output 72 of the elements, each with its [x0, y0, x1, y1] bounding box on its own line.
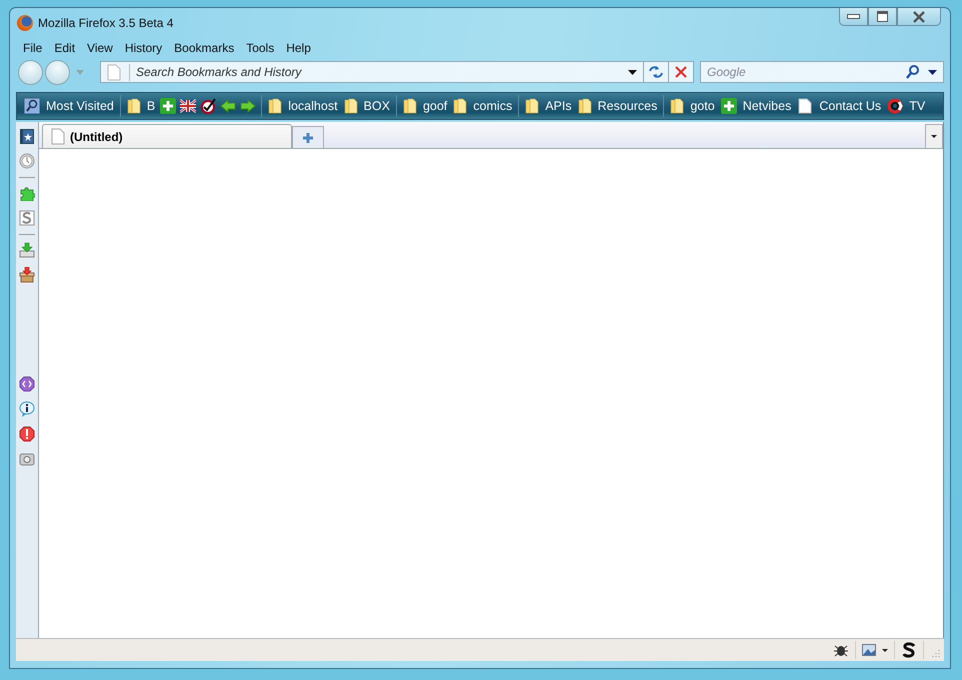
folder-icon [344, 98, 358, 114]
bookmark-folder[interactable]: goto [667, 98, 718, 114]
download-icon[interactable] [19, 242, 35, 258]
folder-icon [525, 98, 540, 114]
maximize-button[interactable] [868, 8, 897, 26]
menu-item[interactable]: Bookmarks [168, 41, 240, 55]
folder-icon [670, 98, 684, 114]
address-bar[interactable]: Search Bookmarks and History [100, 61, 644, 83]
caret-icon [931, 135, 937, 138]
new-tab-button[interactable] [292, 126, 324, 148]
package-icon[interactable] [19, 267, 35, 283]
search-field[interactable]: Google [707, 65, 898, 79]
bookmark-link[interactable]: TV [884, 98, 928, 114]
resize-grip-icon[interactable] [930, 649, 940, 659]
flag-icon[interactable] [180, 98, 196, 114]
folder-icon [268, 98, 282, 114]
menu-item[interactable]: Edit [48, 41, 82, 55]
folder-icon [126, 98, 141, 114]
clock-icon[interactable] [19, 153, 35, 169]
bookmark-link[interactable]: Netvibes [718, 98, 794, 114]
bookmark-folder[interactable]: localhost [265, 98, 341, 114]
tab-list-button[interactable] [925, 124, 943, 148]
close-icon [912, 10, 926, 22]
reload-button[interactable] [644, 61, 669, 83]
minimize-button[interactable] [839, 8, 868, 26]
bookmark-folder[interactable]: Resources [574, 98, 660, 114]
error-icon[interactable] [19, 426, 35, 442]
bookmarks-icon[interactable] [19, 128, 35, 144]
menu-item[interactable]: View [81, 41, 119, 55]
plus-icon [720, 98, 737, 114]
checkmark-icon[interactable] [200, 98, 216, 114]
stop-icon [675, 66, 687, 78]
page-icon [51, 128, 65, 145]
firefox-logo-icon [17, 15, 33, 31]
folder-icon [402, 98, 417, 114]
address-field[interactable]: Search Bookmarks and History [136, 65, 622, 79]
page-icon [107, 64, 121, 80]
dropdown-arrow-icon[interactable] [628, 70, 637, 74]
info-icon[interactable] [19, 401, 35, 417]
plus-icon [302, 132, 314, 144]
menu-item[interactable]: Tools [240, 41, 280, 55]
code-icon[interactable] [19, 376, 35, 392]
bookmark-folder[interactable]: B [124, 98, 158, 114]
bookmark-folder[interactable]: comics [450, 98, 516, 114]
image-icon[interactable] [862, 644, 876, 656]
search-bar[interactable]: Google [700, 61, 944, 83]
stop-button[interactable] [669, 61, 694, 83]
bookmark-folder[interactable]: goof [400, 98, 450, 114]
bookmark-folder[interactable]: BOX [340, 98, 393, 114]
page-icon [797, 98, 814, 114]
folder-icon [578, 98, 592, 114]
squiggle-icon[interactable] [901, 642, 917, 658]
menu-item[interactable]: History [118, 41, 168, 55]
bookmark-link[interactable]: Contact Us [794, 98, 884, 114]
dropdown-arrow-icon[interactable] [928, 70, 937, 74]
plus-icon[interactable] [160, 98, 176, 114]
bookmark-link[interactable]: Most Visited [21, 98, 117, 114]
puzzle-icon[interactable] [19, 185, 35, 201]
tab[interactable]: (Untitled) [42, 124, 292, 148]
search-icon[interactable] [906, 65, 920, 79]
menu-item[interactable]: File [17, 41, 48, 55]
left-arrow-icon[interactable] [220, 98, 236, 114]
window-title: Mozilla Firefox 3.5 Beta 4 [38, 16, 174, 30]
dropdown-arrow-icon[interactable] [882, 648, 888, 652]
reload-icon [648, 65, 664, 79]
c-logo-icon [887, 98, 904, 114]
menu-item[interactable]: Help [280, 41, 317, 55]
search-icon [24, 98, 40, 114]
close-button[interactable] [897, 8, 941, 26]
right-arrow-icon[interactable] [240, 98, 256, 114]
folder-icon [453, 98, 468, 114]
bookmark-folder[interactable]: APIs [522, 98, 575, 114]
